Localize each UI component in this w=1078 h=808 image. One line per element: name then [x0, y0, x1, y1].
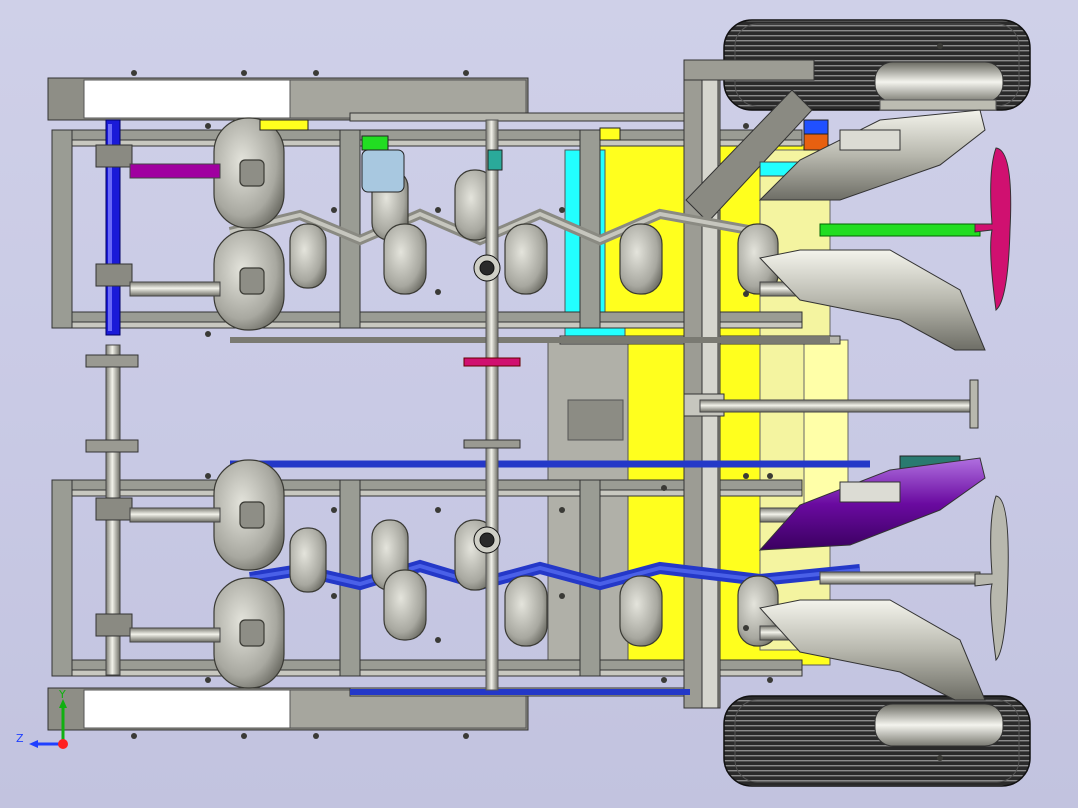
x-axis-dot	[58, 739, 68, 749]
y-axis-label: Y	[58, 688, 66, 701]
assembly-drawing[interactable]	[0, 0, 1078, 808]
wheel-bottom[interactable]	[723, 695, 1031, 787]
triad-graphic: Y Z	[16, 688, 68, 749]
z-axis-label: Z	[16, 732, 24, 745]
z-axis-arrowhead	[29, 740, 38, 748]
cad-viewport[interactable]: Y Z	[0, 0, 1078, 808]
coordinate-triad: Y Z	[8, 686, 78, 756]
marker-discs	[969, 147, 1012, 662]
